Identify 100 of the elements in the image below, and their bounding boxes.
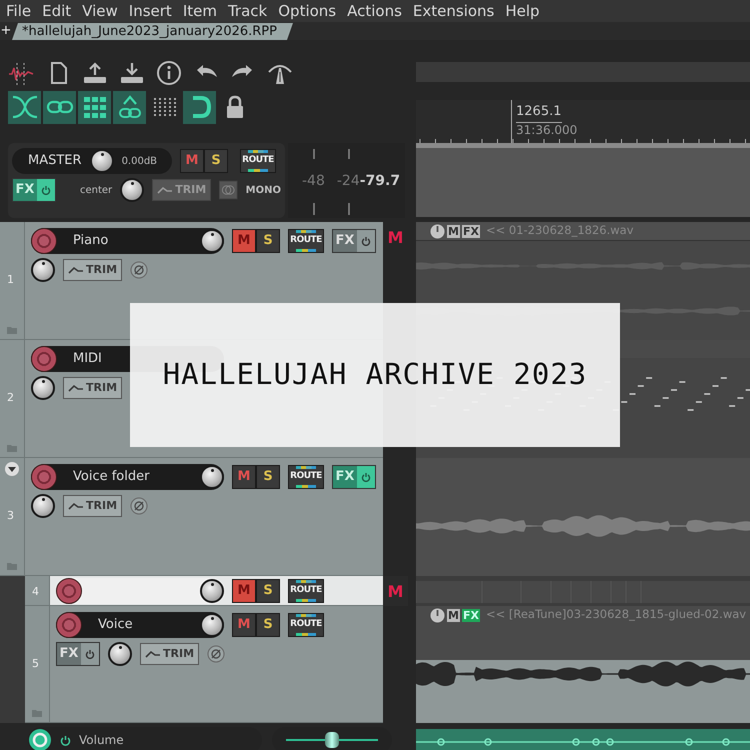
envelope-arm-button[interactable] (28, 728, 52, 750)
volume-knob[interactable] (200, 613, 224, 637)
menu-item[interactable]: Actions (347, 0, 402, 22)
meter-tick-marks (313, 149, 350, 159)
route-button[interactable]: ROUTE (288, 229, 324, 253)
route-button[interactable]: ROUTE (288, 579, 324, 603)
fx-button[interactable]: FX (12, 178, 56, 202)
folder-icon (32, 709, 42, 717)
item-mute-badge[interactable]: M (447, 224, 460, 238)
magnet-toggle[interactable] (183, 90, 216, 124)
volume-readout: 0.00dB (122, 154, 158, 168)
ruler-time-label: 31:36.000 (516, 122, 578, 139)
trim-button[interactable]: TRIM (140, 643, 200, 665)
ramp-icon (157, 186, 174, 194)
phase-invert-button[interactable] (130, 497, 148, 515)
pan-readout: center (80, 184, 112, 198)
menu-item[interactable]: File (6, 0, 32, 22)
pan-knob[interactable] (31, 258, 55, 282)
solo-button[interactable]: S (256, 465, 280, 489)
crossfade-toggle[interactable] (8, 90, 41, 124)
power-icon (361, 236, 371, 246)
linked-nodes-toggle[interactable] (113, 90, 146, 124)
trim-button[interactable]: TRIM (63, 259, 122, 281)
menu-item[interactable]: Extensions (412, 0, 494, 22)
power-icon (41, 184, 51, 195)
record-arm-button[interactable] (56, 612, 82, 638)
power-icon (85, 648, 95, 659)
fx-button[interactable]: FX (56, 642, 100, 666)
fx-button[interactable]: FX (332, 229, 376, 253)
pan-knob[interactable] (31, 376, 55, 400)
pan-knob[interactable] (31, 494, 55, 518)
track-panel[interactable]: Voice M S ROUTE FX TRIM (50, 606, 383, 723)
item-name: << [ReaTune]03-230628_1815-glued-02.wav (486, 606, 746, 624)
mute-indicator: M (386, 581, 404, 603)
ramp-icon (145, 650, 161, 658)
folder-toggle-icon[interactable] (4, 461, 20, 477)
link-toggle[interactable] (43, 90, 76, 124)
ramp-icon (68, 384, 84, 392)
phase-invert-button[interactable] (207, 645, 226, 663)
route-button[interactable]: ROUTE (288, 465, 324, 489)
track-number: 4 (32, 584, 39, 600)
mute-indicator: M (386, 227, 404, 249)
track-number: 1 (7, 272, 14, 288)
power-icon[interactable] (60, 734, 71, 746)
envelope-name: Volume (79, 732, 124, 749)
waveform-icon[interactable] (8, 60, 34, 86)
solo-button[interactable]: S (256, 229, 280, 253)
track-panel[interactable]: M S ROUTE (50, 576, 383, 606)
mono-button[interactable] (219, 179, 238, 201)
edit-cursor-line (511, 100, 512, 143)
dial-icon[interactable] (430, 224, 445, 238)
trim-button[interactable]: TRIM (63, 495, 122, 517)
solo-button[interactable]: S (256, 579, 280, 603)
menu-item[interactable]: View (82, 0, 118, 22)
ruler-beat-label: 1265.1 (516, 102, 562, 122)
solo-button[interactable]: S (204, 149, 228, 173)
record-arm-button[interactable] (31, 228, 57, 254)
peak-readout: -79.7 (360, 172, 400, 191)
record-arm-button[interactable] (31, 346, 57, 372)
folder-icon (7, 326, 17, 334)
meter-tick: -48 (302, 172, 325, 191)
mono-label: MONO (246, 184, 281, 198)
menu-item[interactable]: Item (182, 0, 217, 22)
menu-item[interactable]: Help (505, 0, 540, 22)
item-fx-badge[interactable]: FX (462, 224, 480, 238)
trim-button[interactable]: TRIM (63, 377, 122, 399)
record-arm-button[interactable] (56, 578, 82, 604)
pan-knob[interactable] (108, 642, 132, 666)
meter-tick: -24 (336, 172, 360, 191)
track-number: 3 (7, 508, 14, 524)
menu-item[interactable]: Options (278, 0, 336, 22)
phase-invert-button[interactable] (130, 261, 148, 279)
fx-button[interactable]: FX (332, 465, 376, 489)
menu-item[interactable]: Edit (42, 0, 72, 22)
menu-item[interactable]: Track (228, 0, 268, 22)
pan-knob[interactable] (120, 178, 144, 202)
ramp-icon (68, 502, 84, 510)
info-icon[interactable] (156, 60, 182, 86)
menu-item[interactable]: Insert (128, 0, 172, 22)
grid-toggle[interactable] (78, 90, 111, 124)
item-mute-badge[interactable]: M (447, 608, 460, 622)
route-button[interactable]: ROUTE (288, 613, 324, 637)
project-tab[interactable]: *hallelujah_June2023_january2026.RPP (12, 23, 293, 40)
solo-button[interactable]: S (256, 613, 280, 637)
dial-icon[interactable] (430, 608, 445, 622)
meter-tick-marks (313, 203, 350, 215)
track-number: 2 (7, 390, 14, 406)
track-panel[interactable]: Voice folder M S ROUTE FX TRIM (25, 458, 383, 576)
new-tab-button[interactable]: + (0, 22, 12, 40)
volume-knob[interactable] (200, 229, 224, 253)
master-label: MASTER (28, 152, 82, 170)
item-name: << 01-230628_1826.wav (486, 222, 634, 240)
ramp-icon (68, 266, 84, 274)
upload-icon[interactable] (82, 60, 108, 86)
slider-thumb[interactable] (324, 732, 339, 748)
volume-knob[interactable] (200, 579, 224, 603)
download-icon[interactable] (119, 60, 145, 86)
record-arm-button[interactable] (31, 464, 57, 490)
volume-knob[interactable] (200, 465, 224, 489)
route-button[interactable]: ROUTE (240, 149, 276, 173)
